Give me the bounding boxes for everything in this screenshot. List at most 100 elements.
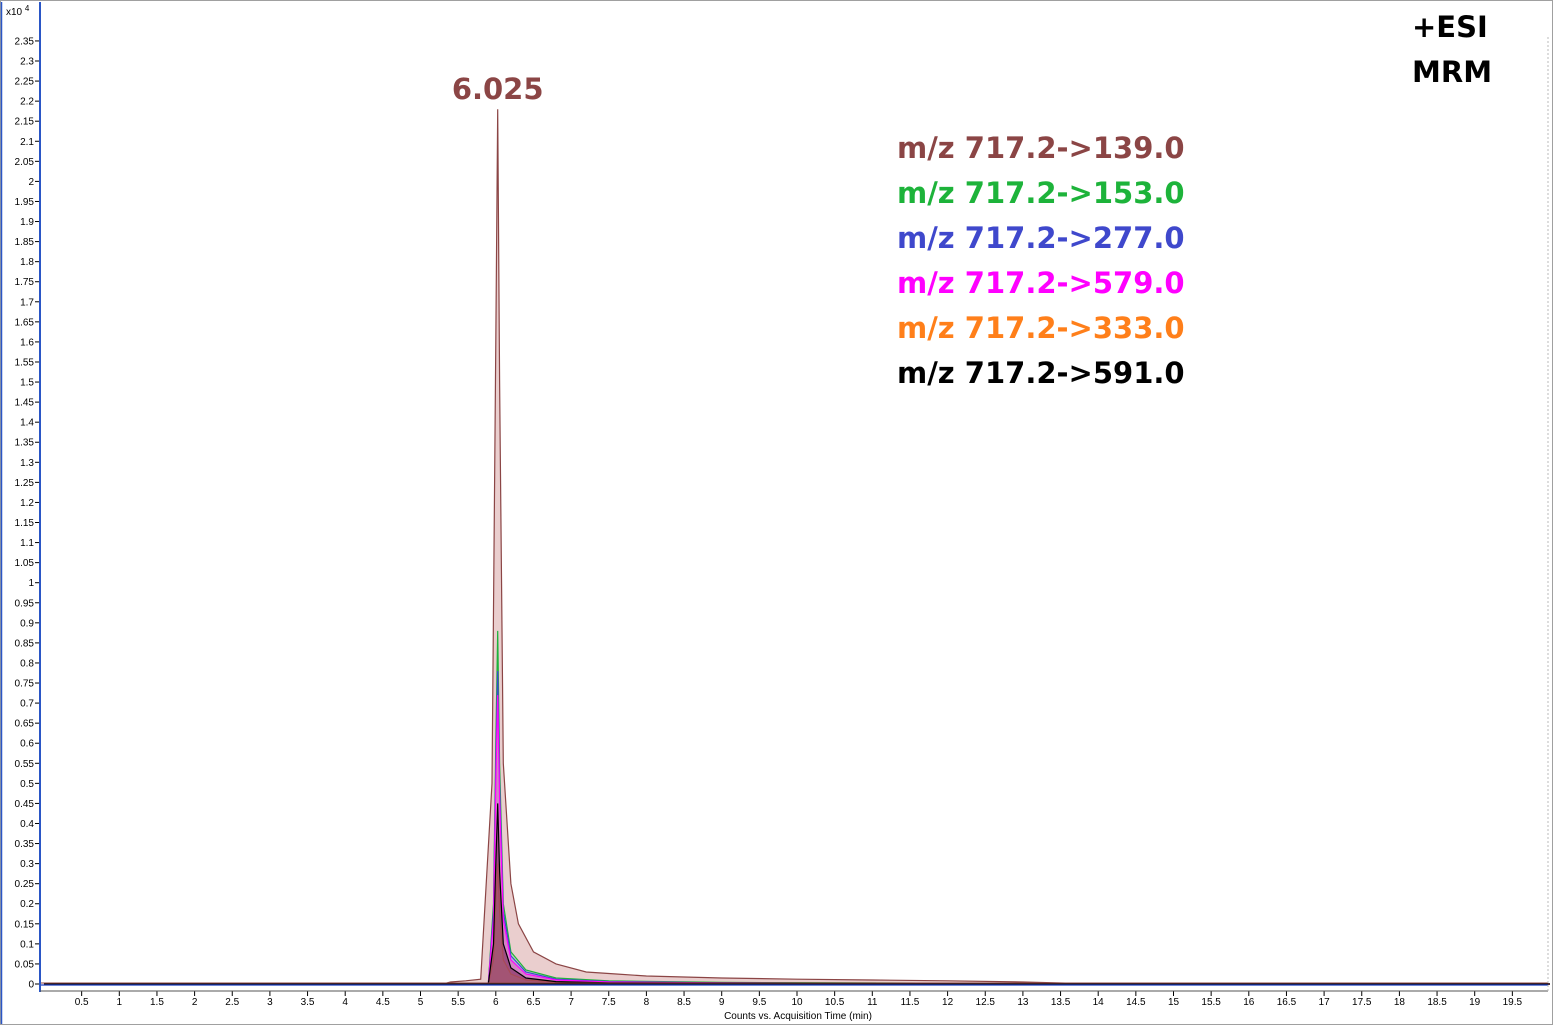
x-tick-label: 5.5 xyxy=(451,997,465,1008)
x-tick-label: 11 xyxy=(867,997,878,1008)
y-tick-label: 0.2 xyxy=(20,899,34,910)
x-tick-label: 19.5 xyxy=(1503,997,1523,1008)
y-tick-label: 1.8 xyxy=(20,257,34,268)
x-tick-label: 16.5 xyxy=(1277,997,1297,1008)
x-tick-label: 2.5 xyxy=(225,997,239,1008)
y-tick-label: 1.75 xyxy=(15,277,35,288)
mode-esi-label: +ESI xyxy=(1412,10,1488,44)
y-tick-label: 0.9 xyxy=(20,618,34,629)
y-tick-label: 2 xyxy=(28,177,34,188)
y-tick-label: 0.55 xyxy=(15,759,35,770)
y-tick-label: 1.5 xyxy=(20,378,34,389)
y-tick-label: 1.4 xyxy=(20,418,34,429)
x-axis-title: Counts vs. Acquisition Time (min) xyxy=(724,1011,872,1022)
x-tick-label: 3.5 xyxy=(301,997,315,1008)
y-tick-label: 0.25 xyxy=(15,879,35,890)
x-tick-label: 7 xyxy=(568,997,574,1008)
x-tick-label: 10 xyxy=(791,997,803,1008)
legend-entry-5: m/z 717.2->333.0 xyxy=(897,311,1185,345)
legend-entry-4: m/z 717.2->579.0 xyxy=(897,266,1185,300)
y-tick-label: 2.25 xyxy=(15,77,35,88)
mode-mrm-label: MRM xyxy=(1412,55,1492,89)
y-tick-label: 1.55 xyxy=(15,357,35,368)
y-tick-label: 1.05 xyxy=(15,558,35,569)
y-tick-label: 1.45 xyxy=(15,398,35,409)
y-tick-label: 1.95 xyxy=(15,197,35,208)
x-tick-label: 7.5 xyxy=(602,997,616,1008)
y-tick-label: 0.45 xyxy=(15,799,35,810)
y-tick-label: 0.15 xyxy=(15,919,35,930)
y-tick-label: 0 xyxy=(28,980,34,991)
y-tick-label: 0.1 xyxy=(20,939,34,950)
y-tick-label: 2.05 xyxy=(15,157,35,168)
legend-entry-2: m/z 717.2->153.0 xyxy=(897,176,1185,210)
y-tick-label: 0.6 xyxy=(20,739,34,750)
y-tick-label: 2.15 xyxy=(15,117,35,128)
y-tick-label: 1.7 xyxy=(20,297,34,308)
x-tick-label: 9.5 xyxy=(752,997,766,1008)
y-tick-label: 0.75 xyxy=(15,679,35,690)
x-tick-label: 4 xyxy=(342,997,348,1008)
x-tick-label: 10.5 xyxy=(825,997,845,1008)
x-tick-label: 0.5 xyxy=(75,997,89,1008)
peak-label: 6.025 xyxy=(452,72,544,106)
x-tick-label: 2 xyxy=(192,997,198,1008)
x-tick-label: 12.5 xyxy=(976,997,996,1008)
x-tick-label: 8.5 xyxy=(677,997,691,1008)
x-tick-label: 13.5 xyxy=(1051,997,1071,1008)
y-tick-label: 1.6 xyxy=(20,337,34,348)
x-tick-label: 13 xyxy=(1017,997,1029,1008)
x-tick-label: 14 xyxy=(1093,997,1105,1008)
y-tick-label: 0.4 xyxy=(20,819,34,830)
x-tick-label: 12 xyxy=(942,997,954,1008)
y-tick-label: 1 xyxy=(28,578,34,589)
y-tick-label: 0.05 xyxy=(15,959,35,970)
x-tick-label: 17.5 xyxy=(1352,997,1372,1008)
y-tick-label: 0.65 xyxy=(15,719,35,730)
x-tick-label: 5 xyxy=(418,997,424,1008)
x-tick-label: 4.5 xyxy=(376,997,390,1008)
y-tick-label: 2.3 xyxy=(20,57,34,68)
y-tick-label: 2.35 xyxy=(15,36,35,47)
y-tick-label: 1.2 xyxy=(20,498,34,509)
chart-background xyxy=(0,0,1553,1025)
x-tick-label: 8 xyxy=(644,997,650,1008)
y-tick-label: 0.95 xyxy=(15,598,35,609)
y-tick-label: 1.15 xyxy=(15,518,35,529)
legend-entry-1: m/z 717.2->139.0 xyxy=(897,131,1185,165)
y-tick-label: 0.7 xyxy=(20,699,34,710)
x-tick-label: 3 xyxy=(267,997,273,1008)
y-multiplier-exponent: 4 xyxy=(25,4,30,13)
y-tick-label: 2.2 xyxy=(20,97,34,108)
chromatogram-chart: 00.050.10.150.20.250.30.350.40.450.50.55… xyxy=(0,0,1553,1025)
y-tick-label: 2.1 xyxy=(20,137,34,148)
y-tick-label: 0.8 xyxy=(20,658,34,669)
y-tick-label: 1.85 xyxy=(15,237,35,248)
x-tick-label: 16 xyxy=(1243,997,1255,1008)
x-tick-label: 15 xyxy=(1168,997,1180,1008)
y-tick-label: 0.5 xyxy=(20,779,34,790)
legend-entry-6: m/z 717.2->591.0 xyxy=(897,356,1185,390)
x-tick-label: 1 xyxy=(117,997,123,1008)
y-tick-label: 1.1 xyxy=(20,538,34,549)
y-multiplier-base: x10 xyxy=(6,7,23,18)
y-tick-label: 0.3 xyxy=(20,859,34,870)
y-tick-label: 1.9 xyxy=(20,217,34,228)
x-tick-label: 15.5 xyxy=(1201,997,1221,1008)
x-tick-label: 6 xyxy=(493,997,499,1008)
x-tick-label: 1.5 xyxy=(150,997,164,1008)
y-tick-label: 1.65 xyxy=(15,317,35,328)
y-tick-label: 1.25 xyxy=(15,478,35,489)
x-tick-label: 18.5 xyxy=(1427,997,1447,1008)
y-tick-label: 1.35 xyxy=(15,438,35,449)
x-tick-label: 6.5 xyxy=(526,997,540,1008)
x-tick-label: 14.5 xyxy=(1126,997,1146,1008)
x-tick-label: 9 xyxy=(719,997,725,1008)
legend-entry-3: m/z 717.2->277.0 xyxy=(897,221,1185,255)
y-tick-label: 0.35 xyxy=(15,839,35,850)
y-tick-label: 0.85 xyxy=(15,638,35,649)
y-tick-label: 1.3 xyxy=(20,458,34,469)
x-tick-label: 18 xyxy=(1394,997,1406,1008)
x-tick-label: 11.5 xyxy=(901,997,920,1008)
x-tick-label: 19 xyxy=(1469,997,1481,1008)
